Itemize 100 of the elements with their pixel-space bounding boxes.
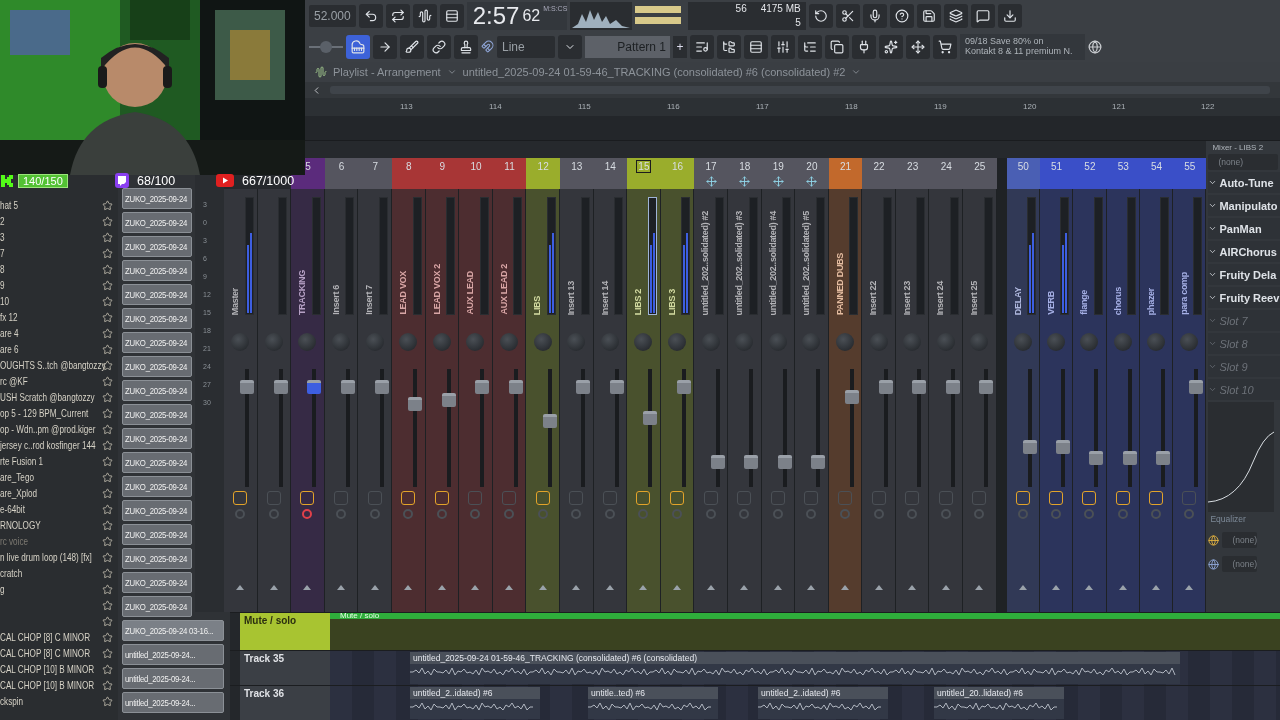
- route-icon[interactable]: [975, 585, 984, 590]
- browser-item[interactable]: CAL CHOP [10] B MINOR: [0, 679, 95, 691]
- browser-item[interactable]: CAL CHOP [8] C MINOR: [0, 631, 90, 643]
- route-icon[interactable]: [471, 585, 480, 590]
- effects-indicator[interactable]: [1149, 491, 1163, 505]
- channel-header[interactable]: 10: [459, 158, 493, 189]
- browser-item[interactable]: are_Tego: [0, 471, 34, 483]
- channel-header[interactable]: 14: [593, 158, 628, 189]
- clip-tile[interactable]: ZUKO_2025-09-24: [122, 236, 192, 257]
- channel-header[interactable]: 7: [358, 158, 392, 189]
- channel-header[interactable]: 17: [694, 158, 728, 189]
- route-icon[interactable]: [807, 585, 816, 590]
- browser-item[interactable]: ckspin: [0, 695, 24, 707]
- route-icon[interactable]: [908, 585, 917, 590]
- route-icon[interactable]: [706, 585, 715, 590]
- toolbar-button[interactable]: [970, 3, 995, 28]
- track-header[interactable]: Mute / solo: [240, 613, 330, 650]
- toolbar-button[interactable]: [808, 3, 833, 28]
- snap-dropdown[interactable]: Line: [497, 35, 555, 58]
- channel-header[interactable]: 52: [1073, 158, 1107, 189]
- effect-slot[interactable]: PanMan: [1208, 218, 1280, 239]
- fader-thumb[interactable]: [542, 413, 557, 428]
- route-icon[interactable]: [1152, 585, 1160, 590]
- browser-item[interactable]: jersey c..rod kosfinger 144: [0, 439, 96, 451]
- browser-item[interactable]: are_Xplod: [0, 487, 38, 499]
- channel-header[interactable]: 50: [1006, 158, 1040, 189]
- effect-slot[interactable]: Fruity Reev: [1208, 287, 1280, 308]
- tool-button[interactable]: [346, 34, 370, 59]
- channel-header[interactable]: 54: [1139, 158, 1174, 189]
- audio-clip[interactable]: untitled_20..lidated) #6: [934, 687, 1064, 719]
- browser-item[interactable]: RNOLOGY: [0, 519, 41, 531]
- effects-indicator[interactable]: [401, 491, 416, 505]
- browser-item[interactable]: 3: [0, 231, 5, 243]
- effects-indicator[interactable]: [1115, 491, 1130, 505]
- browser-item[interactable]: rc @KF: [0, 375, 28, 387]
- route-icon[interactable]: [841, 585, 849, 590]
- toolbar-button[interactable]: [852, 34, 876, 59]
- channel-header[interactable]: 24: [929, 158, 964, 189]
- channel-header[interactable]: 20: [795, 158, 829, 189]
- fader-thumb[interactable]: [609, 380, 624, 395]
- route-icon[interactable]: [1085, 585, 1094, 590]
- route-icon[interactable]: [773, 585, 782, 590]
- browser-item[interactable]: op 5 - 129 BPM_Current: [0, 407, 89, 419]
- browser-item[interactable]: CAL CHOP [8] C MINOR: [0, 647, 90, 659]
- tool-button[interactable]: [454, 34, 478, 59]
- fader-thumb[interactable]: [576, 380, 591, 395]
- toolbar-button[interactable]: [862, 3, 887, 28]
- clip-tile[interactable]: ZUKO_2025-09-24: [122, 476, 192, 497]
- fader-thumb[interactable]: [374, 380, 389, 395]
- clip-tile[interactable]: ZUKO_2025-09-24: [122, 188, 192, 209]
- browser-item[interactable]: fx 12: [0, 311, 18, 323]
- channel-header[interactable]: 53: [1106, 158, 1140, 189]
- toolbar-button[interactable]: [825, 34, 849, 59]
- fader-thumb[interactable]: [1122, 451, 1137, 466]
- clip-tile[interactable]: untitled_2025-09-24...: [122, 644, 224, 665]
- toolbar-button[interactable]: [412, 3, 437, 28]
- clip-tile[interactable]: ZUKO_2025-09-24: [122, 212, 192, 233]
- route-icon[interactable]: [269, 585, 278, 590]
- browser-item[interactable]: op - Wdn..pm @prod.kiger: [0, 423, 96, 435]
- fader-thumb[interactable]: [273, 380, 288, 395]
- effects-indicator[interactable]: [233, 491, 248, 505]
- toolbar-button[interactable]: [879, 34, 903, 59]
- arrangement-name[interactable]: untitled_2025-09-24 01-59-46_TRACKING (consolidated) #6 (consolidated) #2: [462, 66, 846, 78]
- route-icon[interactable]: [370, 585, 379, 590]
- fader-thumb[interactable]: [1156, 451, 1170, 466]
- clip-tile[interactable]: untitled_2025-09-24...: [122, 668, 224, 689]
- route-icon[interactable]: [1052, 585, 1061, 590]
- browser-item[interactable]: cratch: [0, 567, 23, 579]
- fader-thumb[interactable]: [979, 380, 994, 395]
- record-indicator[interactable]: [302, 509, 313, 519]
- clip-tile[interactable]: ZUKO_2025-09-24: [122, 380, 192, 401]
- route-icon[interactable]: [673, 585, 681, 590]
- effect-slot[interactable]: AIRChorus: [1208, 241, 1280, 262]
- route-icon[interactable]: [1018, 585, 1027, 590]
- clip-tile[interactable]: ZUKO_2025-09-24: [122, 500, 192, 521]
- effects-indicator[interactable]: [300, 491, 315, 505]
- clip-tile[interactable]: ZUKO_2025-09-24: [122, 260, 192, 281]
- toolbar-button[interactable]: [943, 3, 968, 28]
- clip-tile[interactable]: ZUKO_2025-09-24: [122, 524, 192, 545]
- route-icon[interactable]: [505, 585, 514, 590]
- route-icon[interactable]: [1185, 585, 1194, 590]
- audio-clip[interactable]: untitled_2..idated) #6: [758, 687, 888, 719]
- clip-tile[interactable]: ZUKO_2025-09-24: [122, 428, 192, 449]
- channel-header[interactable]: 8: [391, 158, 426, 189]
- fader-thumb[interactable]: [240, 380, 255, 395]
- browser-item[interactable]: USH Scratch @bangtozzy: [0, 391, 95, 403]
- toolbar-button[interactable]: [690, 34, 714, 59]
- route-icon[interactable]: [404, 585, 413, 590]
- fader-thumb[interactable]: [1022, 439, 1037, 454]
- fader-thumb[interactable]: [408, 397, 423, 412]
- clip-tile[interactable]: ZUKO_2025-09-24: [122, 308, 192, 329]
- toolbar-button[interactable]: [771, 34, 795, 59]
- toolbar-button[interactable]: [906, 34, 930, 59]
- automation-clip[interactable]: Mute / solo: [330, 613, 1280, 619]
- clip-tile[interactable]: ZUKO_2025-09-24: [122, 452, 192, 473]
- route-icon[interactable]: [605, 585, 614, 590]
- browser-item[interactable]: OUGHTS S..tch @bangtozzy: [0, 359, 106, 371]
- clip-tile[interactable]: ZUKO_2025-09-24: [122, 332, 192, 353]
- fader-thumb[interactable]: [643, 410, 658, 425]
- fader-thumb[interactable]: [811, 455, 826, 470]
